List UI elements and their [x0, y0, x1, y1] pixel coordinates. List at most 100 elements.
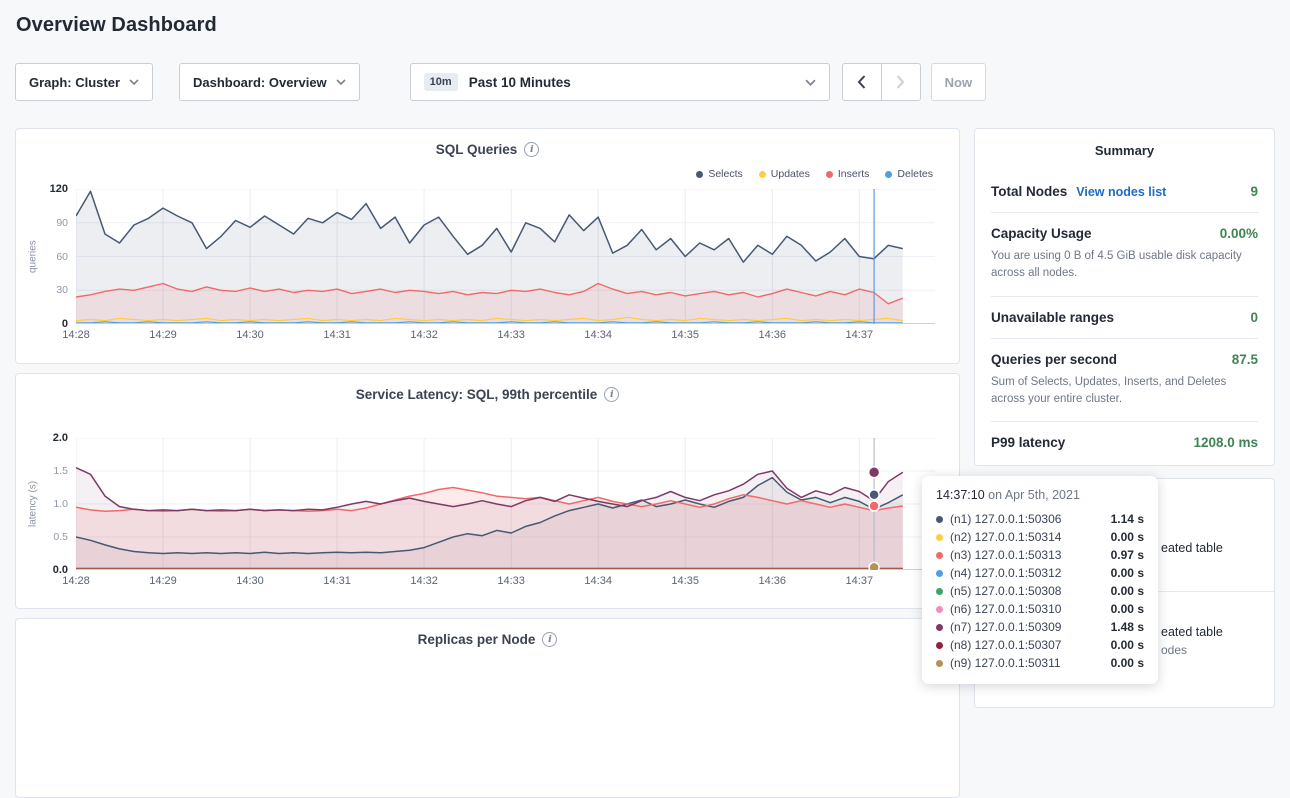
- node-color-dot: [936, 570, 943, 577]
- legend-label: Updates: [771, 168, 810, 180]
- chart-tooltip-rows: (n1) 127.0.0.1:503061.14 s(n2) 127.0.0.1…: [936, 510, 1144, 672]
- chart-header: Service Latency: SQL, 99th percentile i: [16, 374, 959, 402]
- toolbar: Graph: Cluster Dashboard: Overview 10m P…: [0, 63, 1290, 101]
- x-tick-label: 14:28: [62, 575, 90, 587]
- x-tick-label: 14:34: [584, 329, 612, 341]
- node-address: (n1) 127.0.0.1:50306: [950, 512, 1061, 526]
- y-axis-title: latency (s): [26, 438, 40, 570]
- legend-item-deletes[interactable]: Deletes: [885, 167, 933, 181]
- page-title: Overview Dashboard: [16, 14, 1274, 37]
- plot-area[interactable]: 14:2814:2914:3014:3114:3214:3314:3414:35…: [76, 438, 935, 591]
- x-tick-label: 14:33: [497, 329, 525, 341]
- y-tick-label: 1.5: [53, 465, 68, 477]
- x-tick-label: 14:31: [323, 329, 351, 341]
- legend-color-dot: [759, 171, 766, 178]
- tooltip-node-row: (n1) 127.0.0.1:503061.14 s: [936, 510, 1144, 528]
- event-item-text-partial: odes: [1161, 643, 1187, 657]
- node-color-dot: [936, 552, 943, 559]
- node-address: (n2) 127.0.0.1:50314: [950, 530, 1061, 544]
- x-tick-label: 14:32: [410, 329, 438, 341]
- x-tick-label: 14:31: [323, 575, 351, 587]
- tooltip-node-row: (n9) 127.0.0.1:503110.00 s: [936, 654, 1144, 672]
- x-axis-ticks: 14:2814:2914:3014:3114:3214:3314:3414:35…: [76, 575, 935, 591]
- node-address: (n7) 127.0.0.1:50309: [950, 620, 1061, 634]
- node-color-dot: [936, 606, 943, 613]
- chart-title: Service Latency: SQL, 99th percentile: [356, 387, 598, 402]
- next-time-button-disabled[interactable]: [881, 63, 921, 101]
- y-axis-ticks: 0306090120: [40, 189, 76, 324]
- chart-legend: Selects Updates Inserts Deletes: [16, 157, 959, 181]
- dashboard-label: Dashboard: Overview: [193, 75, 327, 90]
- node-color-dot: [936, 516, 943, 523]
- node-latency-value: 0.00 s: [1111, 566, 1144, 580]
- previous-time-button[interactable]: [842, 63, 882, 101]
- p99-latency-label: P99 latency: [991, 435, 1065, 450]
- time-range-label: Past 10 Minutes: [469, 75, 571, 90]
- x-tick-label: 14:29: [149, 575, 177, 587]
- qps-subtext: Sum of Selects, Updates, Inserts, and De…: [991, 374, 1258, 409]
- legend-label: Selects: [708, 168, 742, 180]
- x-tick-label: 14:35: [671, 329, 699, 341]
- node-latency-value: 0.00 s: [1111, 584, 1144, 598]
- node-color-dot: [936, 642, 943, 649]
- chevron-left-icon: [857, 75, 866, 89]
- plot-area[interactable]: 14:2814:2914:3014:3114:3214:3314:3414:35…: [76, 189, 935, 345]
- p99-latency-value: 1208.0 ms: [1193, 435, 1258, 450]
- x-tick-label: 14:33: [497, 575, 525, 587]
- summary-title: Summary: [991, 143, 1258, 171]
- info-icon[interactable]: i: [524, 142, 539, 157]
- info-icon[interactable]: i: [542, 632, 557, 647]
- x-tick-label: 14:29: [149, 329, 177, 341]
- y-tick-label: 0.5: [53, 531, 68, 543]
- node-address: (n5) 127.0.0.1:50308: [950, 584, 1061, 598]
- node-latency-value: 0.00 s: [1111, 656, 1144, 670]
- overview-dashboard-page: { "page": { "title": "Overview Dashboard…: [0, 0, 1290, 689]
- node-color-dot: [936, 588, 943, 595]
- tooltip-node-row: (n2) 127.0.0.1:50314 0.00 s: [936, 528, 1144, 546]
- summary-p99-latency: P99 latency 1208.0 ms: [991, 421, 1258, 463]
- summary-queries-per-second: Queries per second 87.5 Sum of Selects, …: [991, 338, 1258, 422]
- charts-column: SQL Queries i Selects Updates Inserts Delet…: [15, 128, 960, 798]
- x-tick-label: 14:30: [236, 329, 264, 341]
- chevron-right-icon: [896, 75, 905, 89]
- y-axis-ticks: 0.00.51.01.52.0: [40, 438, 76, 570]
- unavailable-ranges-value: 0: [1250, 310, 1258, 325]
- tooltip-date: on Apr 5th, 2021: [988, 488, 1080, 502]
- main-content: SQL Queries i Selects Updates Inserts Delet…: [0, 128, 1290, 798]
- dashboard-dropdown[interactable]: Dashboard: Overview: [179, 63, 360, 101]
- capacity-usage-label: Capacity Usage: [991, 226, 1092, 241]
- time-range-dropdown[interactable]: 10m Past 10 Minutes: [410, 63, 830, 101]
- view-nodes-list-link[interactable]: View nodes list: [1076, 185, 1166, 199]
- chart-body: latency (s) 0.00.51.01.52.0 14:28 14:29 14…: [16, 402, 959, 591]
- y-axis-title: queries: [26, 189, 40, 324]
- x-tick-label: 14:35: [671, 575, 699, 587]
- chevron-down-icon: [336, 79, 346, 85]
- legend-item-updates[interactable]: Updates: [759, 167, 810, 181]
- x-tick-label: 14:34: [584, 575, 612, 587]
- summary-panel: Summary Total Nodes View nodes list 9 Ca…: [974, 128, 1275, 466]
- node-latency-value: 0.00 s: [1111, 602, 1144, 616]
- legend-color-dot: [885, 171, 892, 178]
- node-address: (n6) 127.0.0.1:50310: [950, 602, 1061, 616]
- now-button[interactable]: Now: [931, 63, 986, 101]
- chart-title: Replicas per Node: [418, 632, 536, 647]
- qps-value: 87.5: [1232, 352, 1258, 367]
- chart-body: queries 0306090120 14:2814:2914:3014:311…: [16, 181, 959, 345]
- chart-header: SQL Queries i: [16, 129, 959, 157]
- capacity-usage-subtext: You are using 0 B of 4.5 GiB usable disk…: [991, 248, 1258, 283]
- legend-item-inserts[interactable]: Inserts: [826, 167, 870, 181]
- tooltip-node-row: (n4) 127.0.0.1:503120.00 s: [936, 564, 1144, 582]
- node-latency-value: 0.00 s: [1111, 530, 1144, 544]
- legend-item-selects[interactable]: Selects: [696, 167, 742, 181]
- event-item-text-partial: eated table: [1161, 541, 1223, 555]
- unavailable-ranges-label: Unavailable ranges: [991, 310, 1114, 325]
- tooltip-node-row: (n6) 127.0.0.1:50310 0.00 s: [936, 600, 1144, 618]
- y-tick-label: 90: [56, 217, 68, 229]
- y-tick-label: 60: [56, 251, 68, 263]
- info-icon[interactable]: i: [604, 387, 619, 402]
- tooltip-node-row: (n5) 127.0.0.1:50308 0.00 s: [936, 582, 1144, 600]
- graph-scope-dropdown[interactable]: Graph: Cluster: [15, 63, 153, 101]
- summary-capacity-usage: Capacity Usage 0.00% You are using 0 B o…: [991, 212, 1258, 296]
- node-address: (n8) 127.0.0.1:50307: [950, 638, 1061, 652]
- capacity-usage-value: 0.00%: [1220, 226, 1258, 241]
